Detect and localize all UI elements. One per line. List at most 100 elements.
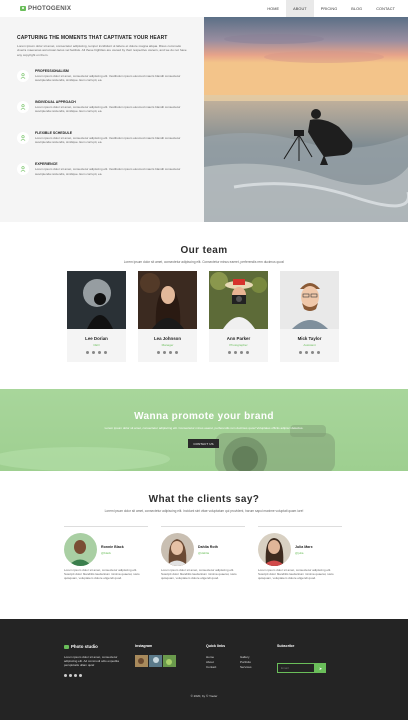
feature-title: EXPERIENCE (35, 162, 58, 167)
instagram-thumb[interactable] (149, 655, 162, 667)
team-photo (280, 271, 339, 329)
testimonial-text: Lorem ipsum dolor sit amet, consectetur … (161, 568, 237, 581)
twitter-icon[interactable] (240, 351, 243, 354)
social-links (209, 351, 268, 354)
team-card: Mick Taylor Assistant (280, 271, 339, 362)
camera-icon (20, 6, 26, 11)
footer-brand: Photo studio (64, 644, 98, 649)
hero-title: CAPTURING THE MOMENTS THAT CAPTIVATE YOU… (17, 35, 168, 41)
brand-name: PHOTOGENIX (28, 5, 72, 12)
client-name: Julia Marx (295, 544, 313, 549)
youtube-icon[interactable] (317, 351, 320, 354)
client-avatar (64, 533, 97, 566)
instagram-icon[interactable] (69, 674, 72, 677)
camera-icon (64, 644, 69, 649)
social-links (138, 351, 197, 354)
social-links (67, 351, 126, 354)
client-handle: @julia (295, 550, 304, 555)
footer-brand-name: Photo studio (71, 644, 98, 649)
nav-blog[interactable]: BLOG (344, 0, 369, 17)
member-role: Assistant (303, 343, 316, 347)
camera-background-image (0, 425, 335, 471)
client-avatar (161, 533, 194, 566)
main-nav: HOME ABOUT PRICING BLOG CONTACT (260, 0, 402, 17)
social-links (280, 351, 339, 354)
instagram-thumb[interactable] (135, 655, 148, 667)
nav-about[interactable]: ABOUT (286, 0, 314, 17)
clients-heading: What the clients say? (148, 494, 260, 505)
team-card: Lee Dorian CEO (67, 271, 126, 362)
testimonial-card: Ronnie Black @black Lorem ipsum dolor si… (64, 526, 148, 581)
user-icon (17, 69, 29, 82)
testimonials: Ronnie Black @black Lorem ipsum dolor si… (64, 526, 342, 581)
team-photo (67, 271, 126, 329)
nav-pricing[interactable]: PRICING (314, 0, 345, 17)
footer-link-services[interactable]: Services (240, 665, 252, 670)
member-name: Mick Taylor (297, 336, 322, 341)
nav-contact[interactable]: CONTACT (369, 0, 402, 17)
email-field[interactable] (277, 663, 315, 673)
feature-item: EXPERIENCE Lorem ipsum dolor sit amet, c… (17, 162, 188, 176)
user-icon (17, 101, 29, 114)
hero-photographer-image (204, 17, 408, 222)
instagram-icon[interactable] (234, 351, 237, 354)
subscribe-heading: Subscribe (277, 644, 295, 648)
youtube-icon[interactable] (79, 674, 82, 677)
instagram-icon[interactable] (305, 351, 308, 354)
facebook-icon[interactable] (64, 674, 67, 677)
instagram-thumb[interactable] (163, 655, 176, 667)
twitter-icon[interactable] (169, 351, 172, 354)
testimonial-text: Lorem ipsum dolor sit amet, consectetur … (64, 568, 140, 581)
instagram-heading: Instagram (135, 644, 153, 648)
member-role: Photographer (229, 343, 248, 347)
site-footer: Photo studio Lorem ipsum dolor sit amet,… (0, 619, 408, 720)
testimonial-card: Julia Marx @julia Lorem ipsum dolor sit … (258, 526, 342, 581)
instagram-gallery (135, 655, 176, 667)
youtube-icon[interactable] (175, 351, 178, 354)
instagram-icon[interactable] (92, 351, 95, 354)
twitter-icon[interactable] (311, 351, 314, 354)
testimonial-text: Lorem ipsum dolor sit amet, consectetur … (258, 568, 334, 581)
feature-item: INDIVIDUAL APPROACH Lorem ipsum dolor si… (17, 100, 188, 113)
quick-links-col-1: Home About Contact (206, 655, 216, 670)
nav-home[interactable]: HOME (260, 0, 286, 17)
hero-description: Lorem ipsum dolor sit amet, consectetur … (17, 44, 187, 57)
member-role: CEO (93, 343, 100, 347)
send-icon: ➤ (318, 665, 323, 671)
copyright: © 2020, by © Yoeler (190, 694, 218, 698)
twitter-icon[interactable] (74, 674, 77, 677)
client-handle: @dahlia (198, 550, 210, 555)
promo-subtitle: Lorem ipsum dolor sit amet, consectetur … (104, 426, 304, 430)
team-photo (209, 271, 268, 329)
member-name: Lea Johnson (153, 336, 182, 341)
contact-us-button[interactable]: CONTACT US (188, 439, 219, 448)
feature-text: Lorem ipsum dolor sit amet, consectetur … (35, 73, 181, 82)
top-navbar: PHOTOGENIX HOME ABOUT PRICING BLOG CONTA… (0, 0, 408, 17)
client-name: Ronnie Black (101, 544, 124, 549)
feature-text: Lorem ipsum dolor sit amet, consectetur … (35, 105, 181, 114)
feature-title: FLEXIBLE SCHEDULE (35, 131, 73, 136)
feature-item: FLEXIBLE SCHEDULE Lorem ipsum dolor sit … (17, 131, 188, 144)
brand-logo[interactable]: PHOTOGENIX (20, 5, 71, 12)
facebook-icon[interactable] (299, 351, 302, 354)
promo-banner: Wanna promote your brand Lorem ipsum dol… (0, 389, 408, 471)
facebook-icon[interactable] (157, 351, 160, 354)
facebook-icon[interactable] (228, 351, 231, 354)
youtube-icon[interactable] (246, 351, 249, 354)
team-heading: Our team (180, 245, 228, 256)
twitter-icon[interactable] (98, 351, 101, 354)
instagram-icon[interactable] (163, 351, 166, 354)
team-cards: Lee Dorian CEO Lea Johnson Manager Ann P… (67, 271, 339, 362)
client-name: Dahlia Roth (198, 544, 218, 549)
subscribe-form: ➤ (277, 663, 326, 673)
facebook-icon[interactable] (86, 351, 89, 354)
footer-link-contact[interactable]: Contact (206, 665, 216, 670)
quick-links-heading: Quick links (206, 644, 226, 648)
subscribe-send-button[interactable]: ➤ (315, 663, 326, 673)
feature-text: Lorem ipsum dolor sit amet, consectetur … (35, 136, 181, 145)
youtube-icon[interactable] (104, 351, 107, 354)
client-avatar (258, 533, 291, 566)
footer-description: Lorem ipsum dolor sit amet, consectetur … (64, 655, 119, 668)
testimonial-card: Dahlia Roth @dahlia Lorem ipsum dolor si… (161, 526, 245, 581)
member-name: Ann Parker (226, 336, 251, 341)
